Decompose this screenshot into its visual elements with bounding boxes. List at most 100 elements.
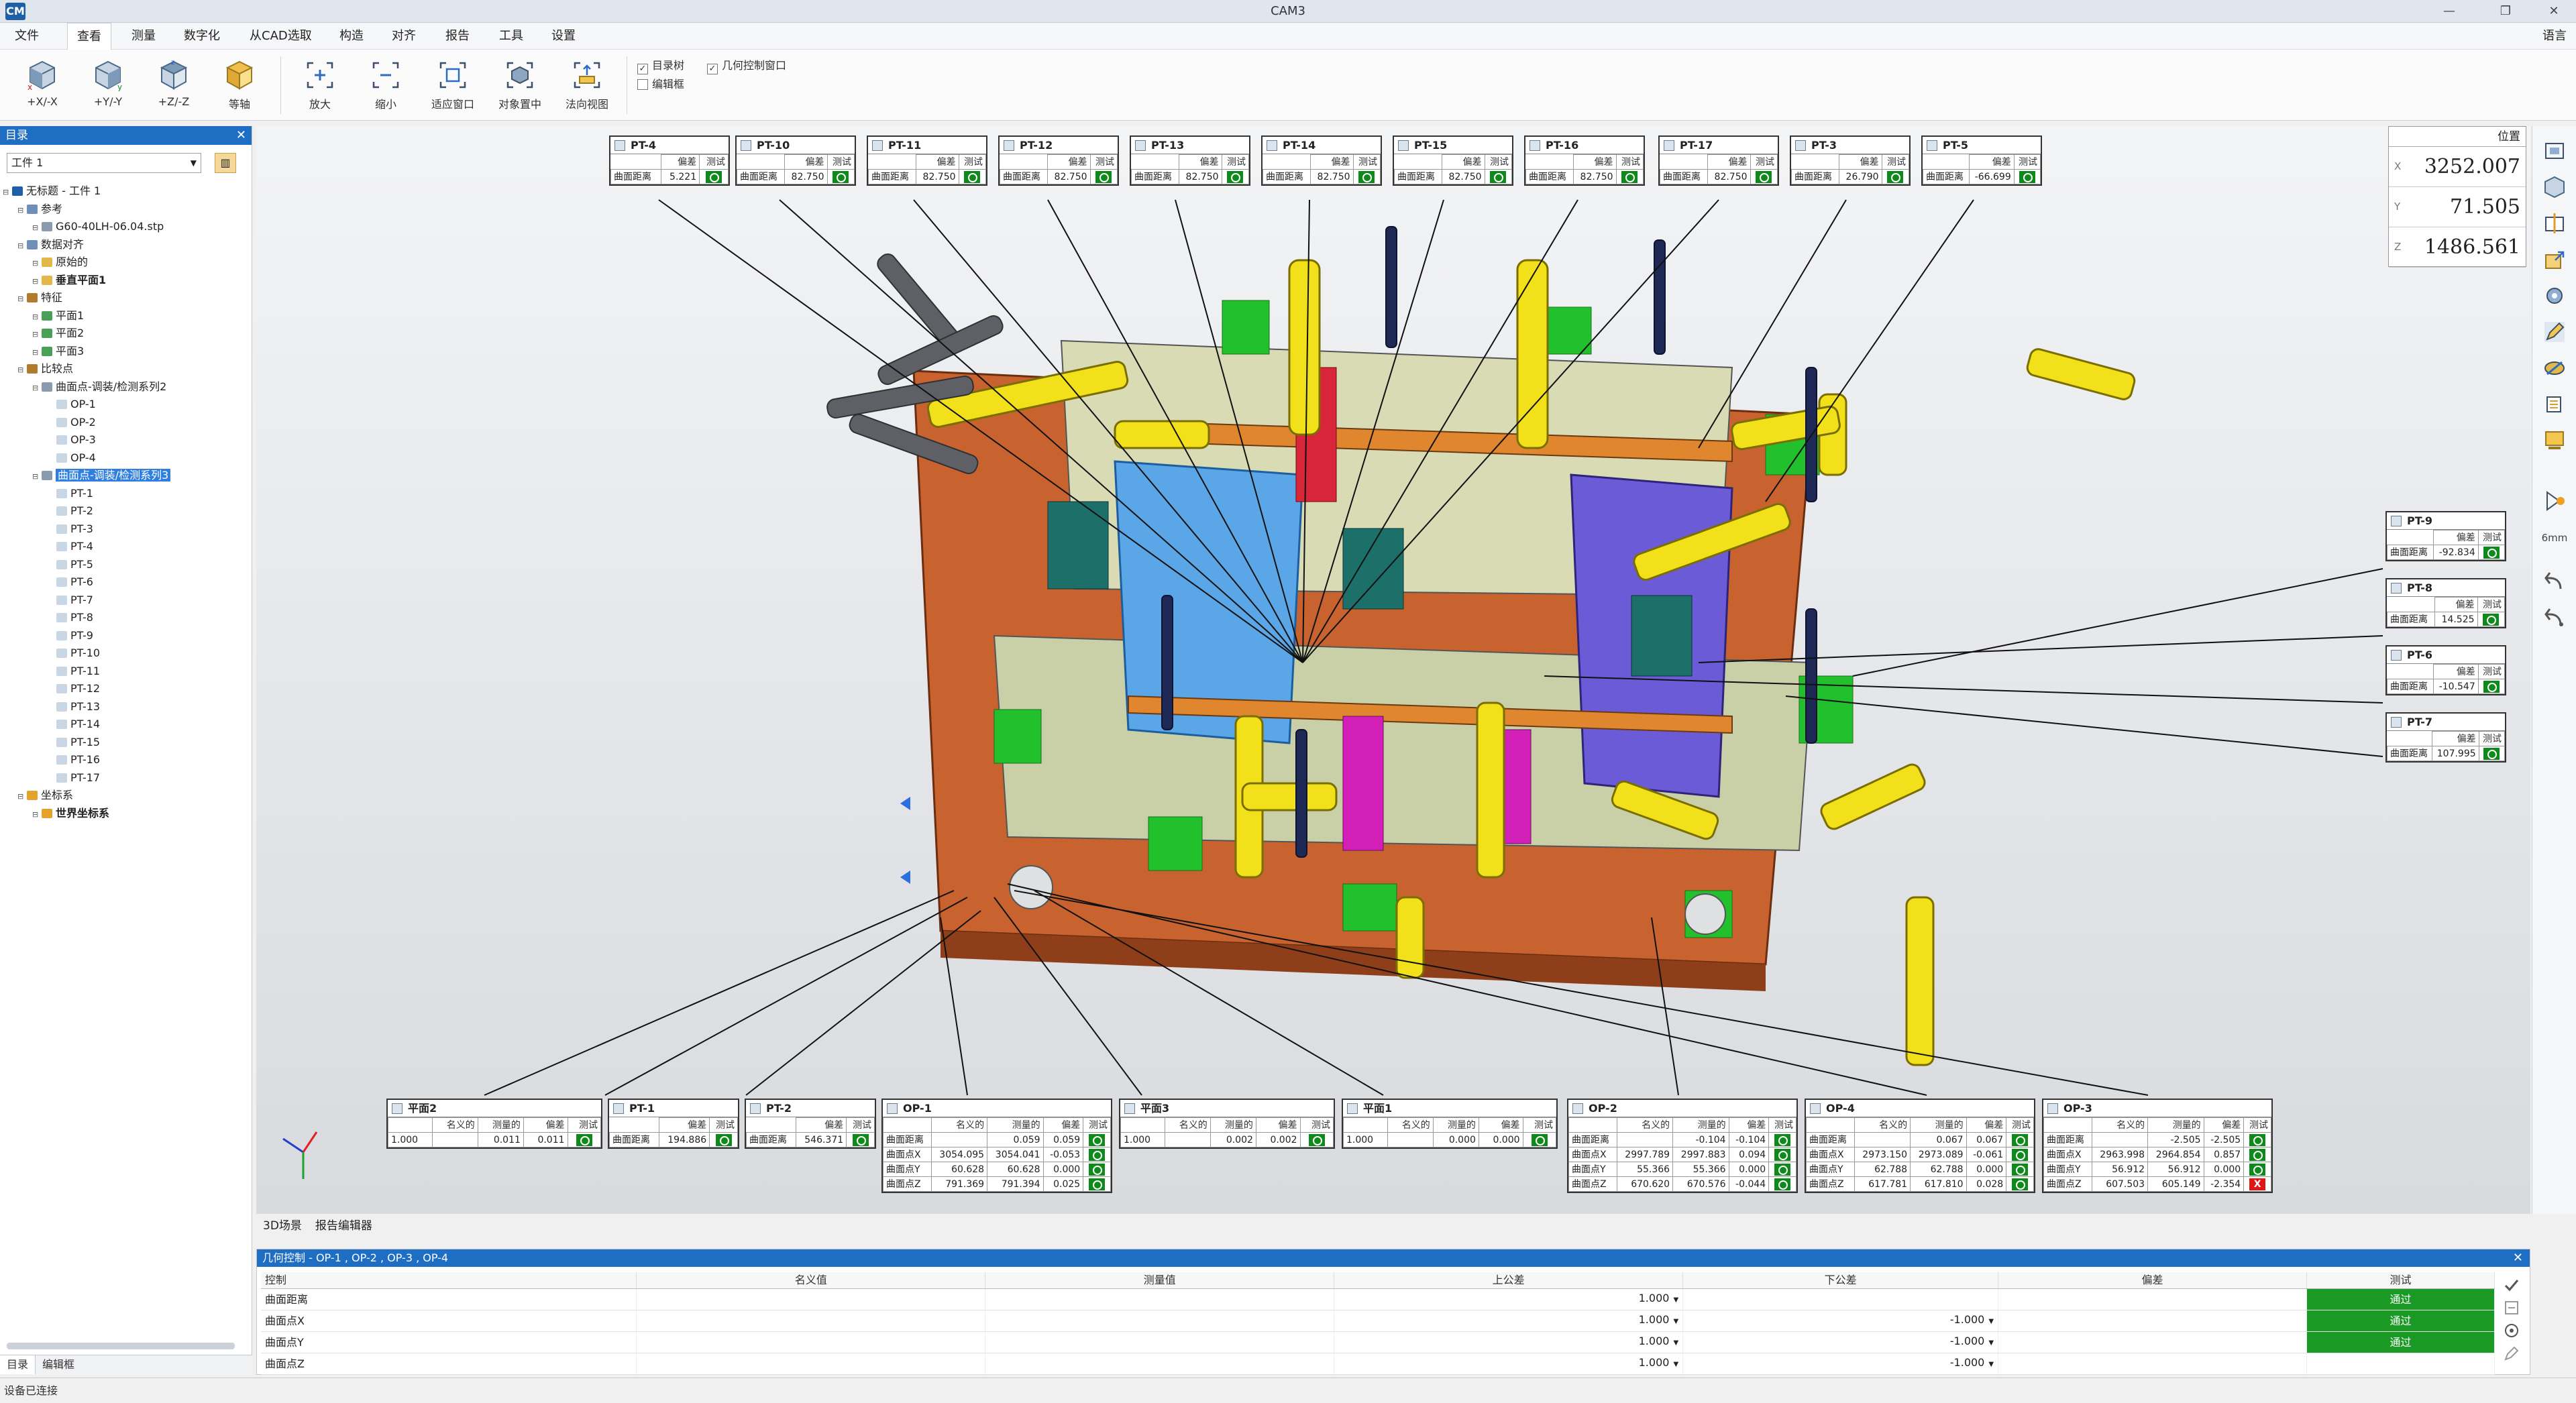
tree-node[interactable]: PT-4 [3,538,250,556]
restore-button[interactable]: ❐ [2487,0,2524,23]
point-callout[interactable]: PT-5 偏差 测试 曲面距离 -66.699 [1921,135,2042,186]
menu-digitize[interactable]: 数字化 [174,23,229,50]
zoom-in-button[interactable]: 放大 [290,59,350,117]
tree-expander-icon[interactable]: ⊟ [3,184,12,202]
tree-node[interactable]: ⊟ 垂直平面1 [3,272,250,290]
point-callout[interactable]: PT-2 偏差 测试 曲面距离 546.371 [745,1099,876,1149]
upper-tolerance-cell[interactable]: 1.000 ▼ [1334,1288,1684,1310]
table-row[interactable]: 曲面距离 1.000 ▼ 通过 [261,1288,2496,1310]
tree-node[interactable]: PT-12 [3,680,250,698]
tree-expander-icon[interactable]: ⊟ [17,290,27,308]
tree-expander-icon[interactable]: ⊟ [17,361,27,380]
point-callout[interactable]: PT-3 偏差 测试 曲面距离 26.790 [1790,135,1911,186]
tree-expander-icon[interactable]: ⊟ [17,202,27,220]
catalog-horizontal-scrollbar[interactable] [7,1343,235,1349]
tree-expander-icon[interactable]: ⊟ [17,237,27,256]
tree-expander-icon[interactable]: ⊟ [32,468,42,486]
edit-icon[interactable] [2502,1343,2522,1363]
menu-cad-select[interactable]: 从CAD选取 [240,23,321,50]
view-cube-icon[interactable] [2542,174,2567,200]
tree-expander-icon[interactable]: ⊟ [32,380,42,398]
menu-tools[interactable]: 工具 [490,23,533,50]
lower-tolerance-cell[interactable]: -1.000 ▼ [1682,1331,1999,1353]
view-z-button[interactable]: z +Z/-Z [144,59,204,117]
plane-callout[interactable]: 平面1 名义的 测量的 偏差 测试 1.000 0.000 0.000 [1342,1099,1558,1149]
tree-node[interactable]: PT-5 [3,556,250,574]
point-callout[interactable]: PT-9 偏差 测试 曲面距离 -92.834 [2385,511,2506,561]
plane-callout[interactable]: 平面2 名义的 测量的 偏差 测试 1.000 0.011 0.011 [386,1099,602,1149]
fit-window-button[interactable]: 适应窗口 [423,59,483,117]
chevron-down-icon[interactable]: ▼ [1673,1296,1678,1304]
layers-icon[interactable] [2542,392,2567,417]
menu-view[interactable]: 查看 [67,23,111,50]
geometry-control-close-icon[interactable]: ✕ [2513,1249,2523,1267]
tree-expander-icon[interactable]: ⊟ [32,273,42,291]
geometry-window-checkbox[interactable]: ✓ 几何控制窗口 [707,58,786,74]
pencil-edit-icon[interactable] [2542,319,2567,345]
tree-toggle-checkbox[interactable]: ✓ 目录树 [637,58,684,74]
point-callout[interactable]: PT-16 偏差 测试 曲面距离 82.750 [1524,135,1645,186]
part-selector[interactable]: 工件 1 ▼ [7,153,201,173]
tree-node[interactable]: ⊟ 平面1 [3,307,250,325]
tree-node[interactable]: ⊟ 曲面点-调装/检测系列2 [3,378,250,396]
tree-node[interactable]: PT-3 [3,520,250,539]
redo-icon[interactable] [2542,605,2567,630]
lower-tolerance-cell[interactable] [1682,1288,1999,1310]
menu-construct[interactable]: 构造 [330,23,373,50]
center-object-button[interactable]: 对象置中 [490,59,550,117]
menu-measure[interactable]: 测量 [122,23,165,50]
tree-expander-icon[interactable]: ⊟ [32,219,42,237]
tree-node[interactable]: OP-2 [3,414,250,432]
tree-node[interactable]: ⊟ 曲面点-调装/检测系列3 [3,467,250,485]
menu-report[interactable]: 报告 [436,23,479,50]
upper-tolerance-cell[interactable]: 1.000 ▼ [1334,1331,1684,1353]
tree-node[interactable]: PT-7 [3,592,250,610]
3d-viewport[interactable]: PT-4 偏差 测试 曲面距离 5.221 PT-10 偏差 测试 曲面距离 82.750 PT-1… [256,126,2530,1214]
tree-expander-icon[interactable]: ⊟ [32,806,42,824]
edit-box-checkbox[interactable]: 编辑框 [637,76,684,93]
table-row[interactable]: 曲面点Z 1.000 ▼ -1.000 ▼ [261,1353,2496,1375]
tree-expander-icon[interactable]: ⊟ [32,344,42,362]
tab-report-editor[interactable]: 报告编辑器 [309,1215,379,1237]
point-callout[interactable]: PT-1 偏差 测试 曲面距离 194.886 [608,1099,739,1149]
tree-node[interactable]: PT-8 [3,609,250,627]
op-callout[interactable]: OP-3 名义的 测量的 偏差 测试 曲面距离 -2.505 -2.505 曲面点X 2963.9… [2042,1099,2273,1193]
settings-gear-icon[interactable] [2542,283,2567,308]
tree-node[interactable]: PT-15 [3,734,250,752]
tab-edit-box[interactable]: 编辑框 [36,1355,81,1374]
tree-node[interactable]: PT-11 [3,663,250,681]
point-callout[interactable]: PT-10 偏差 测试 曲面距离 82.750 [735,135,856,186]
op-callout[interactable]: OP-4 名义的 测量的 偏差 测试 曲面距离 0.067 0.067 曲面点X 2973.150… [1805,1099,2035,1193]
menu-align[interactable]: 对齐 [382,23,425,50]
point-callout[interactable]: PT-17 偏差 测试 曲面距离 82.750 [1658,135,1779,186]
chevron-down-icon[interactable]: ▼ [1673,1318,1678,1325]
view-x-button[interactable]: x +X/-X [12,59,72,117]
language-menu[interactable]: 语言 [2542,23,2567,50]
tree-node[interactable]: ⊟ 无标题 - 工件 1 [3,182,250,201]
table-row[interactable]: 曲面点X 1.000 ▼ -1.000 ▼ 通过 [261,1310,2496,1332]
upper-tolerance-cell[interactable]: 1.000 ▼ [1334,1353,1684,1375]
tree-node[interactable]: ⊟ 数据对齐 [3,236,250,254]
tree-node[interactable]: ⊟ 平面2 [3,325,250,343]
fit-all-icon[interactable] [2542,138,2567,164]
chevron-down-icon[interactable]: ▼ [1988,1318,1994,1325]
point-callout[interactable]: PT-8 偏差 测试 曲面距离 14.525 [2385,578,2506,628]
point-callout[interactable]: PT-6 偏差 测试 曲面距离 -10.547 [2385,645,2506,695]
tab-catalog[interactable]: 目录 [0,1355,36,1374]
tree-node[interactable]: PT-2 [3,502,250,520]
tree-node[interactable]: PT-1 [3,485,250,503]
zoom-out-button[interactable]: 缩小 [356,59,416,117]
section-view-icon[interactable] [2542,211,2567,236]
tab-3d-scene[interactable]: 3D场景 [256,1215,309,1237]
tree-node[interactable]: ⊟ 世界坐标系 [3,805,250,823]
tree-expander-icon[interactable]: ⊟ [17,788,27,806]
catalog-close-icon[interactable]: ✕ [236,126,246,145]
tree-node[interactable]: PT-13 [3,698,250,716]
tree-expander-icon[interactable]: ⊟ [32,255,42,273]
tree-node[interactable]: PT-9 [3,627,250,645]
tree-node[interactable]: ⊟ 参考 [3,201,250,219]
point-callout[interactable]: PT-11 偏差 测试 曲面距离 82.750 [867,135,987,186]
point-callout[interactable]: PT-7 偏差 测试 曲面距离 107.995 [2385,712,2506,763]
point-callout[interactable]: PT-14 偏差 测试 曲面距离 82.750 [1261,135,1382,186]
tree-node[interactable]: PT-10 [3,644,250,663]
